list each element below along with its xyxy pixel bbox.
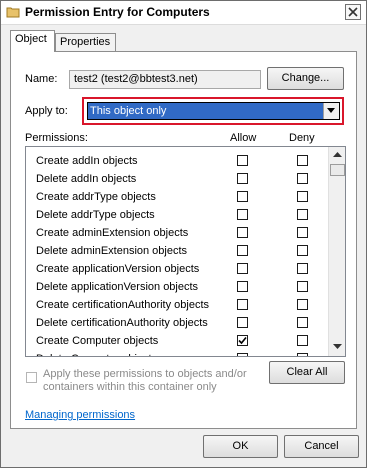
apply-within-checkbox[interactable]: [26, 372, 37, 383]
permission-name: Delete addIn objects: [36, 173, 137, 185]
allow-checkbox[interactable]: [237, 353, 248, 356]
change-button[interactable]: Change...: [267, 67, 344, 90]
apply-to-label: Apply to:: [25, 105, 68, 117]
deny-checkbox[interactable]: [297, 209, 308, 220]
scroll-down-button[interactable]: [330, 340, 345, 355]
window-title: Permission Entry for Computers: [25, 5, 210, 19]
deny-checkbox[interactable]: [297, 281, 308, 292]
arrow-down-icon: [333, 344, 342, 349]
table-row: Create adminExtension objects: [26, 224, 328, 242]
deny-checkbox[interactable]: [297, 335, 308, 346]
tab-properties-label: Properties: [60, 36, 111, 48]
scroll-thumb[interactable]: [330, 164, 345, 176]
permission-name: Create Computer objects: [36, 335, 159, 347]
deny-checkbox[interactable]: [297, 155, 308, 166]
managing-permissions-link[interactable]: Managing permissions: [25, 409, 135, 421]
cancel-button[interactable]: Cancel: [284, 435, 359, 458]
deny-checkbox[interactable]: [297, 299, 308, 310]
deny-header: Deny: [289, 132, 315, 144]
allow-checkbox[interactable]: [237, 263, 248, 274]
permission-name: Create certificationAuthority objects: [36, 299, 210, 311]
permission-name: Delete addrType objects: [36, 209, 155, 221]
table-row: Delete addrType objects: [26, 206, 328, 224]
permission-name: Delete certificationAuthority objects: [36, 317, 208, 329]
deny-checkbox[interactable]: [297, 227, 308, 238]
deny-checkbox[interactable]: [297, 191, 308, 202]
ok-button[interactable]: OK: [203, 435, 278, 458]
folder-icon: [6, 5, 20, 19]
table-row: Create Computer objects: [26, 332, 328, 350]
allow-checkbox[interactable]: [237, 245, 248, 256]
apply-to-dropdown[interactable]: This object only: [87, 102, 340, 120]
deny-checkbox[interactable]: [297, 317, 308, 328]
table-row: Delete certificationAuthority objects: [26, 314, 328, 332]
checkmark-icon: [238, 336, 247, 345]
table-row: Create addIn objects: [26, 152, 328, 170]
permission-name: Create addrType objects: [36, 191, 156, 203]
chevron-down-icon: [327, 108, 335, 113]
tab-object-label: Object: [15, 33, 47, 45]
cancel-label: Cancel: [304, 440, 339, 452]
tab-object[interactable]: Object: [10, 30, 55, 52]
allow-header: Allow: [230, 132, 257, 144]
clear-all-label: Clear All: [286, 366, 328, 378]
table-row: Delete adminExtension objects: [26, 242, 328, 260]
permission-name: Create addIn objects: [36, 155, 138, 167]
allow-checkbox[interactable]: [237, 227, 248, 238]
vertical-scrollbar[interactable]: [328, 147, 345, 356]
deny-checkbox[interactable]: [297, 353, 308, 356]
allow-checkbox[interactable]: [237, 317, 248, 328]
permission-name: Delete applicationVersion objects: [36, 281, 199, 293]
deny-checkbox[interactable]: [297, 263, 308, 274]
close-button[interactable]: [345, 4, 361, 20]
apply-to-value: This object only: [90, 105, 167, 117]
permissions-label: Permissions:: [25, 132, 88, 144]
allow-checkbox[interactable]: [237, 299, 248, 310]
permission-name: Create adminExtension objects: [36, 227, 189, 239]
permission-name: Delete Computer objects: [36, 353, 157, 356]
table-row: Create applicationVersion objects: [26, 260, 328, 278]
allow-checkbox[interactable]: [237, 173, 248, 184]
allow-checkbox[interactable]: [237, 155, 248, 166]
tab-properties[interactable]: Properties: [55, 33, 116, 52]
arrow-up-icon: [333, 152, 342, 157]
table-row: Delete Computer objects: [26, 350, 328, 356]
ok-label: OK: [232, 440, 249, 452]
allow-checkbox[interactable]: [237, 191, 248, 202]
name-field: test2 (test2@bbtest3.net): [69, 70, 261, 89]
dropdown-arrow-button[interactable]: [323, 103, 339, 119]
dialog-window: Permission Entry for Computers Propertie…: [0, 0, 367, 468]
permission-name: Create applicationVersion objects: [36, 263, 200, 275]
deny-checkbox[interactable]: [297, 173, 308, 184]
title-bar: Permission Entry for Computers: [1, 1, 366, 25]
clear-all-button[interactable]: Clear All: [269, 361, 345, 384]
table-row: Create addrType objects: [26, 188, 328, 206]
allow-checkbox[interactable]: [237, 209, 248, 220]
deny-checkbox[interactable]: [297, 245, 308, 256]
permissions-list[interactable]: Create addIn objects Delete addIn objects…: [25, 146, 346, 357]
apply-within-label: Apply these permissions to objects and/o…: [43, 368, 247, 393]
scroll-up-button[interactable]: [330, 148, 345, 163]
permission-name: Delete adminExtension objects: [36, 245, 188, 257]
table-row: Delete applicationVersion objects: [26, 278, 328, 296]
change-button-label: Change...: [281, 72, 330, 84]
name-label: Name:: [25, 73, 58, 85]
allow-checkbox[interactable]: [237, 335, 248, 346]
allow-checkbox[interactable]: [237, 281, 248, 292]
table-row: Create certificationAuthority objects: [26, 296, 328, 314]
table-row: Delete addIn objects: [26, 170, 328, 188]
close-icon: [348, 7, 358, 17]
